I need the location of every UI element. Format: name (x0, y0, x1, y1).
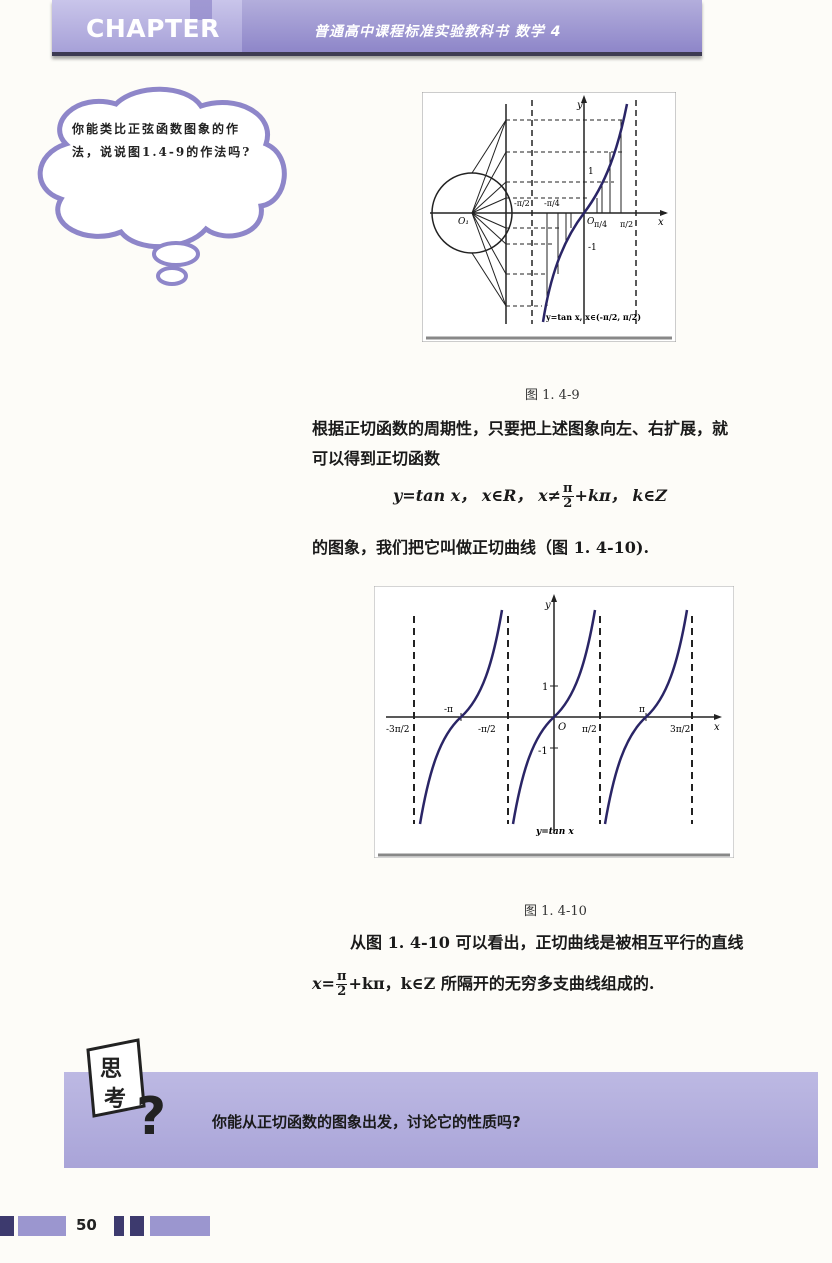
chapter-label: CHAPTER (86, 14, 220, 43)
footer-bar-dark (0, 1216, 14, 1236)
fig1-minus-one-label: -1 (588, 243, 597, 253)
fig1-x-label: x (658, 217, 664, 228)
fig1-origin1-label: O₁ (458, 217, 469, 227)
para3-rest: +kπ，k∈Z 所隔开的无穷多支曲线组成的. (348, 974, 655, 993)
footer-bar-right (150, 1216, 210, 1236)
fig2-origin-label: O (558, 722, 566, 733)
para1-line2: 可以得到正切函数 (312, 449, 441, 468)
page-number: 50 (76, 1216, 97, 1234)
footer-bar-dark-3 (130, 1216, 144, 1236)
para3-fraction-numerator: π (335, 969, 348, 985)
svg-text:考: 考 (104, 1086, 126, 1112)
fig2-y-label: y (544, 600, 551, 611)
figure-1-4-10: y x 1 -1 O -3π/2 -π -π/2 π/2 π 3π/2 y=ta… (374, 586, 734, 858)
fig1-neg-pi-4-label: -π/4 (544, 199, 560, 208)
formula-y-eq: y=tan x， (393, 486, 477, 505)
fig2-curve-label: y=tan x (535, 827, 574, 837)
fig2-x-label: x (714, 722, 720, 733)
formula-k-in-z: k∈Z (632, 486, 667, 505)
para3-fraction-denominator: 2 (337, 984, 347, 999)
formula-plus-kpi: +kπ， (574, 486, 627, 505)
fig1-y-label: y (576, 100, 583, 111)
fig2-one-label: 1 (542, 682, 548, 693)
thought-cloud (37, 86, 287, 286)
para2-line: 的图象，我们把它叫做正切曲线（图 1. 4-10). (312, 538, 650, 557)
think-badge-icon: 思 考 ? (86, 1038, 166, 1146)
fig2-neg-pi-label: -π (444, 705, 453, 715)
formula-tan-domain: y=tan x， x∈R， x≠ π 2 +kπ， k∈Z (393, 482, 667, 511)
footer-bar-dark-2 (114, 1216, 124, 1236)
para3-fraction: π2 (335, 969, 348, 999)
para3-line1: 从图 1. 4-10 可以看出，正切曲线是被相互平行的直线 (350, 933, 744, 952)
fig1-one-label: 1 (588, 167, 594, 177)
footer-bar-left (18, 1216, 66, 1236)
fig2-minus-one-label: -1 (538, 746, 548, 757)
fig2-neg-pi-2-label: -π/2 (478, 725, 496, 735)
figure-1-4-10-caption: 图 1. 4-10 (524, 904, 587, 919)
formula-fraction: π2 (562, 482, 574, 511)
header-bar: CHAPTER 普通高中课程标准实验教科书 数学 4 (52, 0, 702, 56)
figure-1-4-9: y x 1 -1 O O₁ -π/2 -π/4 π/4 π/2 y=tan x,… (422, 92, 676, 342)
fig1-pi-4-label: π/4 (594, 220, 607, 229)
fig2-3pi-2-label: 3π/2 (670, 725, 690, 735)
fig1-pi-2-label: π/2 (620, 220, 633, 229)
para1-line1: 根据正切函数的周期性，只要把上述图象向左、右扩展，就 (312, 419, 729, 438)
fig1-neg-pi-2-label: -π/2 (514, 199, 530, 208)
think-question: 你能从正切函数的图象出发，讨论它的性质吗? (212, 1113, 521, 1131)
chapter-block: CHAPTER (52, 0, 242, 52)
cloud-text: 你能类比正弦函数图象的作法，说说图1.4-9的作法吗? (72, 122, 252, 159)
fig1-curve-label: y=tan x, x∈(-π/2, π/2) (545, 312, 641, 322)
figure-1-4-9-caption: 图 1. 4-9 (525, 388, 580, 403)
para3-line2: x= π 2 +kπ，k∈Z 所隔开的无穷多支曲线组成的. (312, 970, 654, 999)
book-title: 普通高中课程标准实验教科书 数学 4 (314, 24, 562, 40)
para3-x-eq: x= (312, 974, 335, 993)
svg-text:思: 思 (100, 1056, 122, 1082)
formula-x-neq: x≠ (538, 486, 562, 505)
fig2-pi-2-label: π/2 (582, 725, 597, 735)
fig2-neg-3pi-2-label: -3π/2 (386, 725, 409, 735)
fig2-pi-label: π (639, 705, 645, 715)
formula-x-in-r: x∈R， (481, 486, 533, 505)
fraction-numerator: π (562, 481, 574, 497)
fraction-denominator: 2 (563, 496, 573, 511)
svg-text:?: ? (136, 1087, 166, 1146)
